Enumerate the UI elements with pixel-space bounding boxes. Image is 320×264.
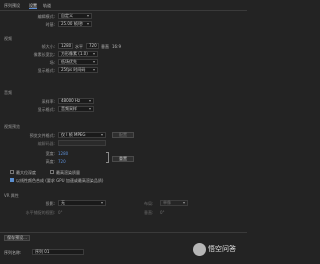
linear-color-label: 以线性颜色合成 (要求 GPU 加速或最高渲染品质) xyxy=(16,178,104,183)
max-bit-depth-checkbox[interactable] xyxy=(10,170,14,174)
preview-format-label: 预览文件格式: xyxy=(29,133,55,138)
video-section-title: 视频 xyxy=(4,36,12,41)
vr-section-title: VR 属性 xyxy=(4,193,19,198)
timebase-dropdown[interactable]: 25.00 帧/秒 xyxy=(58,21,92,27)
max-render-quality-checkbox[interactable] xyxy=(50,170,54,174)
frame-vertical-label: 垂直 xyxy=(101,44,109,49)
pixel-aspect-label: 像素长宽比: xyxy=(33,52,55,57)
frame-size-label: 帧大小: xyxy=(41,44,55,49)
sequence-name-label: 序列名称: xyxy=(4,250,22,255)
field-order-dropdown[interactable]: 低场优先 xyxy=(58,59,98,65)
reset-button[interactable]: 重置 xyxy=(112,156,134,162)
pixel-aspect-dropdown[interactable]: 方形像素 (1.0) xyxy=(58,51,98,57)
width-label: 宽度: xyxy=(45,151,55,156)
timebase-label: 时基: xyxy=(45,22,55,27)
footer-divider xyxy=(0,232,247,233)
layout-dropdown[interactable]: 单像 xyxy=(160,200,188,206)
captured-view-vertical-label: 垂直: xyxy=(144,210,154,215)
field-order-value: 低场优先 xyxy=(61,59,77,64)
preset-tab[interactable]: 序列预设 xyxy=(4,3,20,8)
linear-color-checkbox[interactable] xyxy=(10,178,14,182)
header-divider xyxy=(0,10,247,11)
frame-ratio-text: 16:9 xyxy=(112,44,121,49)
video-display-format-value: 25fps 时间码 xyxy=(61,67,86,72)
max-bit-depth-label: 最大位深度 xyxy=(16,170,36,175)
sample-rate-dropdown[interactable]: 48000 Hz xyxy=(58,98,94,104)
watermark-text: 悟空问答 xyxy=(208,245,236,253)
preview-width-value[interactable]: 1280 xyxy=(58,151,68,156)
audio-display-format-value: 音频采样 xyxy=(61,106,77,111)
video-display-format-label: 显示格式: xyxy=(37,68,55,73)
captured-view-horizontal-label: 水平捕捉的视图: xyxy=(25,210,55,215)
field-order-label: 场: xyxy=(49,60,55,65)
projection-label: 投影: xyxy=(45,201,55,206)
edit-mode-label: 编辑模式: xyxy=(37,14,55,19)
watermark-logo-icon xyxy=(193,243,206,256)
preview-height-value[interactable]: 720 xyxy=(58,159,66,164)
frame-horizontal-label: 水平 xyxy=(75,44,83,49)
save-preset-button[interactable]: 保存预设... xyxy=(4,235,30,241)
layout-value: 单像 xyxy=(163,200,171,205)
preview-format-value: 仅 I 帧 MPEG xyxy=(61,132,86,137)
sample-rate-label: 采样率: xyxy=(41,99,55,104)
sequence-name-input[interactable]: 序列 01 xyxy=(32,249,84,255)
captured-view-vertical-value[interactable]: 0° xyxy=(160,210,165,215)
edit-mode-value: 自定义 xyxy=(61,13,73,18)
pixel-aspect-value: 方形像素 (1.0) xyxy=(61,51,88,56)
layout-label: 布局: xyxy=(144,201,154,206)
captured-view-horizontal-value[interactable]: 0° xyxy=(58,210,63,215)
preview-format-dropdown[interactable]: 仅 I 帧 MPEG xyxy=(58,132,106,138)
tab-tracks[interactable]: 轨道 xyxy=(43,3,51,8)
codec-label: 编解码器: xyxy=(37,141,55,146)
projection-dropdown[interactable]: 无 xyxy=(58,200,106,206)
frame-width-input[interactable]: 1280 xyxy=(58,43,73,49)
audio-display-format-dropdown[interactable]: 音频采样 xyxy=(58,106,94,112)
codec-field xyxy=(58,140,106,146)
video-display-format-dropdown[interactable]: 25fps 时间码 xyxy=(58,67,98,73)
max-render-quality-label: 最高渲染质量 xyxy=(56,170,80,175)
height-label: 高度: xyxy=(45,159,55,164)
sample-rate-value: 48000 Hz xyxy=(61,98,81,103)
link-dimensions-icon[interactable] xyxy=(106,152,109,163)
preview-section-title: 视频预览 xyxy=(4,124,20,129)
configure-button[interactable]: 配置 xyxy=(112,132,134,138)
frame-height-input[interactable]: 720 xyxy=(86,43,99,49)
timebase-value: 25.00 帧/秒 xyxy=(61,21,84,26)
audio-section-title: 音频 xyxy=(4,90,12,95)
projection-value: 无 xyxy=(61,200,65,205)
tab-settings[interactable]: 设置 xyxy=(29,3,37,9)
edit-mode-dropdown[interactable]: 自定义 xyxy=(58,13,92,19)
audio-display-format-label: 显示格式: xyxy=(37,107,55,112)
